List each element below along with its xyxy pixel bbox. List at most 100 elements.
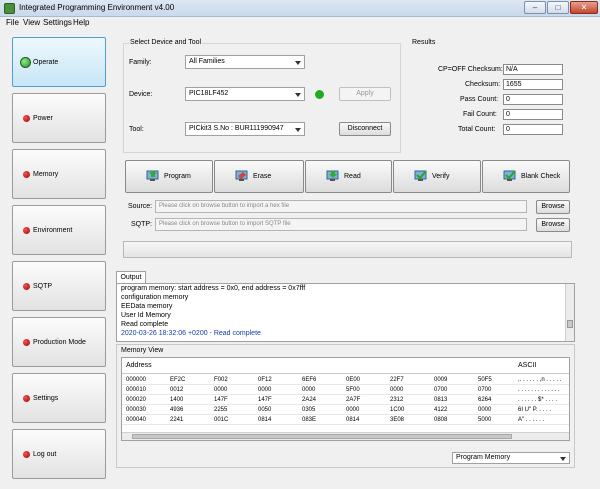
scrollbar-thumb[interactable] (567, 320, 573, 328)
family-label: Family: (129, 59, 152, 66)
memory-horizontal-scrollbar[interactable] (122, 432, 569, 440)
output-scrollbar[interactable] (565, 284, 574, 341)
device-select[interactable]: PIC18LF452 (185, 87, 305, 101)
table-cell: 1C00 (390, 407, 405, 413)
tool-select[interactable]: PICkit3 S.No : BUR111990947 (185, 122, 305, 136)
tool-label: Tool: (129, 126, 144, 133)
family-select-value: All Families (189, 58, 225, 65)
table-cell: 0012 (170, 387, 184, 393)
total-count-field: 0 (503, 124, 563, 135)
read-button[interactable]: Read (305, 160, 392, 193)
menu-settings[interactable]: Settings (43, 18, 72, 27)
nav-label: Power (33, 115, 53, 122)
output-line: User Id Memory (121, 312, 171, 319)
sqtp-browse-button[interactable]: Browse (536, 218, 570, 232)
menu-bar: File View Settings Help (0, 17, 600, 29)
table-cell: ,. . . . . . ,n . . . . . (518, 377, 562, 383)
total-count-label: Total Count: (458, 126, 496, 133)
output-log: program memory: start address = 0x0, end… (116, 283, 575, 342)
nav-label: Production Mode (33, 339, 86, 346)
table-cell: 0814 (346, 417, 360, 423)
nav-memory[interactable]: Memory (12, 149, 106, 199)
nav-log-out[interactable]: Log out (12, 429, 106, 479)
table-cell: 4122 (434, 407, 448, 413)
table-cell: 083E (302, 417, 317, 423)
checksum-label: Checksum: (465, 81, 501, 88)
program-label: Program (164, 173, 191, 180)
source-path-input[interactable]: Please click on browse button to import … (155, 200, 527, 213)
table-row: 000040 2241 001C 0814 083E 0814 3E08 080… (122, 415, 569, 425)
apply-button[interactable]: Apply (339, 87, 391, 101)
table-cell: 0813 (434, 397, 448, 403)
device-select-value: PIC18LF452 (189, 90, 229, 97)
table-row: 000000 EF2C F002 0F12 6EF6 0E00 22F7 000… (122, 375, 569, 385)
erase-icon (235, 170, 248, 181)
output-line: EEData memory (121, 303, 173, 310)
table-cell: 6EF6 (302, 377, 317, 383)
nav-environment[interactable]: Environment (12, 205, 106, 255)
nav-power[interactable]: Power (12, 93, 106, 143)
program-button[interactable]: Program (125, 160, 213, 193)
fail-count-field: 0 (503, 109, 563, 120)
erase-label: Erase (253, 173, 272, 180)
table-row: 000030 4936 2255 0050 0305 0000 1C00 412… (122, 405, 569, 415)
memory-type-value: Program Memory (456, 454, 511, 461)
nav-label: Operate (33, 59, 59, 66)
chevron-down-icon (295, 93, 301, 97)
table-cell: 0000 (390, 387, 404, 393)
sqtp-label: SQTP: (131, 221, 153, 228)
table-cell: F002 (214, 377, 228, 383)
status-dot-icon (23, 227, 30, 234)
table-cell: 001C (214, 417, 229, 423)
chevron-down-icon (295, 61, 301, 65)
sqtp-path-input[interactable]: Please click on browse button to import … (155, 218, 527, 231)
table-cell: 0009 (434, 377, 448, 383)
family-select[interactable]: All Families (185, 55, 305, 69)
table-cell: 0814 (258, 417, 272, 423)
nav-production-mode[interactable]: Production Mode (12, 317, 106, 367)
table-cell: 147F (214, 397, 228, 403)
table-cell: 5F00 (346, 387, 360, 393)
output-line: program memory: start address = 0x0, end… (121, 285, 306, 292)
results-title: Results (412, 39, 436, 46)
verify-button[interactable]: Verify (393, 160, 481, 193)
blank-check-button[interactable]: Blank Check (482, 160, 570, 193)
status-dot-icon (23, 283, 30, 290)
table-cell: 4936 (170, 407, 184, 413)
scrollbar-thumb[interactable] (132, 434, 512, 439)
table-cell: 1400 (170, 397, 184, 403)
status-dot-icon (23, 395, 30, 402)
table-cell: 0700 (478, 387, 492, 393)
nav-settings[interactable]: Settings (12, 373, 106, 423)
cp-off-checksum-label: CP=OFF Checksum: (438, 66, 503, 73)
verify-label: Verify (432, 173, 450, 180)
menu-help[interactable]: Help (73, 18, 89, 27)
memory-type-select[interactable]: Program Memory (452, 452, 570, 464)
output-line: Read complete (121, 321, 169, 328)
nav-operate[interactable]: Operate (12, 37, 106, 87)
nav-label: Memory (33, 171, 59, 178)
table-cell: 0808 (434, 417, 448, 423)
disconnect-button[interactable]: Disconnect (339, 122, 391, 136)
table-cell: 50F5 (478, 377, 492, 383)
minimize-button[interactable]: – (524, 1, 546, 14)
table-cell: 147F (258, 397, 272, 403)
table-cell: 000000 (126, 377, 147, 383)
source-browse-button[interactable]: Browse (536, 200, 570, 214)
menu-view[interactable]: View (23, 18, 40, 27)
nav-label: Environment (33, 227, 73, 234)
menu-file[interactable]: File (6, 18, 19, 27)
nav-sqtp[interactable]: SQTP (12, 261, 106, 311)
table-cell: 0E00 (346, 377, 361, 383)
close-button[interactable]: ✕ (570, 1, 598, 14)
window-title: Integrated Programming Environment v4.00 (19, 3, 175, 12)
nav-label: SQTP (33, 283, 53, 290)
output-line: 2020-03-26 18:32:06 +0200 - Read complet… (121, 330, 261, 337)
status-dot-icon (20, 57, 31, 68)
erase-button[interactable]: Erase (214, 160, 304, 193)
table-cell: 2A7F (346, 397, 361, 403)
checksum-field: 1655 (503, 79, 563, 90)
device-label: Device: (129, 91, 153, 98)
maximize-button[interactable]: □ (547, 1, 569, 14)
table-cell: 0000 (478, 407, 492, 413)
